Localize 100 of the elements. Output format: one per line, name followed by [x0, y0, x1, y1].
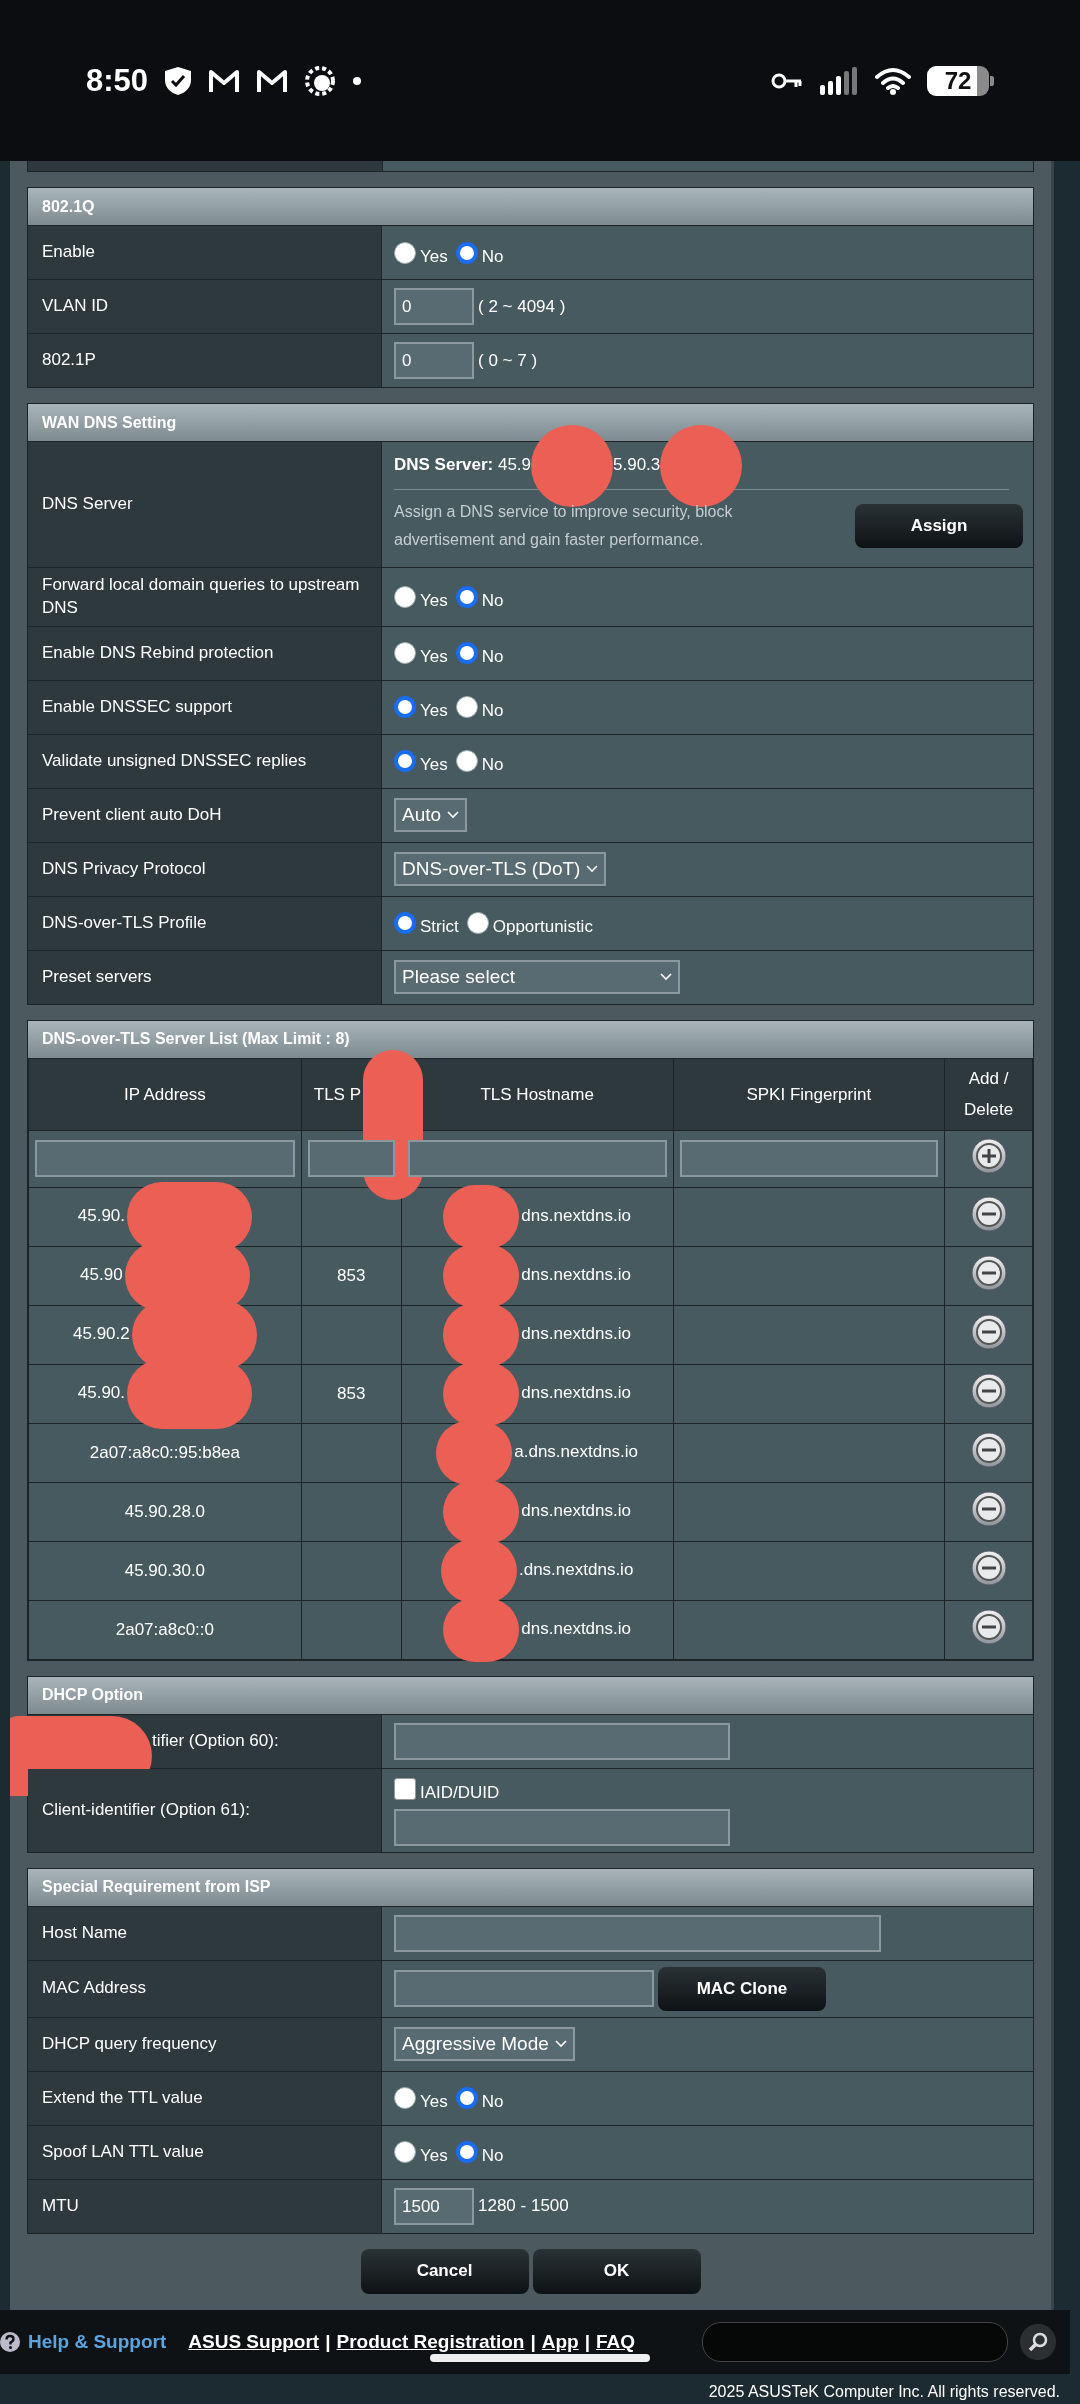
delete-button[interactable]: [969, 1549, 1008, 1588]
input-field[interactable]: [35, 1140, 295, 1178]
radio-button[interactable]: [455, 2141, 478, 2164]
radio-button[interactable]: [394, 912, 416, 935]
radio-button[interactable]: [394, 585, 416, 608]
description-text: Assign a DNS service to improve security, block advertisement and gain faster performance.: [394, 502, 734, 550]
delete-button[interactable]: [969, 1490, 1008, 1529]
ok-button[interactable]: OK: [532, 2248, 701, 2294]
field-label: Prevent client auto DoH: [42, 803, 222, 826]
option-label: Yes: [420, 701, 448, 722]
add-button[interactable]: [969, 1137, 1008, 1176]
radio-button[interactable]: [455, 750, 478, 773]
field-label: Forward local domain queries to upstream DNS: [42, 574, 361, 619]
section-header: DNS-over-TLS Server List (Max Limit : 8): [28, 1020, 1033, 1058]
field-label: tifier (Option 60):: [152, 1729, 279, 1752]
radio-button[interactable]: [394, 642, 416, 665]
table-cell: 853: [337, 1265, 366, 1285]
mac-clone-button[interactable]: MAC Clone: [658, 1966, 826, 2011]
input-field[interactable]: 0: [394, 342, 474, 379]
footer-link[interactable]: ASUS Support: [188, 2330, 320, 2353]
delete-button[interactable]: [969, 1608, 1008, 1647]
link-separator: |: [325, 2330, 331, 2353]
dropdown[interactable]: Auto: [394, 798, 468, 833]
option-label: Yes: [420, 755, 448, 776]
input-field[interactable]: [407, 1140, 667, 1178]
dropdown[interactable]: DNS-over-TLS (DoT): [394, 852, 607, 887]
input-field[interactable]: 0: [394, 288, 474, 325]
input-field[interactable]: [394, 1808, 730, 1846]
chevron-icon: [586, 865, 599, 874]
radio-button[interactable]: [394, 696, 416, 719]
option-label: Yes: [420, 2146, 448, 2167]
signal-icon: [819, 66, 859, 95]
clock-time: 8:50: [86, 62, 149, 99]
option-label: No: [481, 2092, 504, 2113]
column-header: TLS Hostname: [480, 1084, 594, 1104]
field-label: Extend the TTL value: [42, 2086, 203, 2109]
input-field[interactable]: [394, 1970, 654, 2008]
column-header: SPKI Fingerprint: [746, 1084, 872, 1104]
field-label: Enable DNSSEC support: [42, 695, 232, 718]
mail-icon: [256, 67, 289, 94]
field-label: MAC Address: [42, 1977, 146, 2000]
radio-button[interactable]: [466, 912, 489, 935]
link-separator: |: [584, 2330, 590, 2353]
delete-button[interactable]: [969, 1254, 1008, 1293]
field-label: Validate unsigned DNSSEC replies: [42, 749, 307, 772]
option-label: Strict: [420, 917, 459, 938]
delete-button[interactable]: [969, 1313, 1008, 1352]
input-field[interactable]: [394, 1914, 881, 1952]
delete-button[interactable]: [969, 1372, 1008, 1411]
footer-link[interactable]: FAQ: [596, 2330, 636, 2353]
range-hint: ( 0 ~ 7 ): [478, 350, 538, 371]
footer-link[interactable]: Product Registration: [336, 2330, 525, 2353]
section-header: Special Requirement from ISP: [28, 1868, 1033, 1906]
search-field[interactable]: [702, 2321, 1008, 2362]
column-header: Add / Delete: [963, 1069, 1014, 1120]
checkbox[interactable]: [394, 1777, 416, 1800]
table-cell: 45.90.2: [73, 1324, 130, 1344]
battery-level: 72: [927, 65, 989, 96]
checkbox-label: IAID/DUID: [420, 1782, 500, 1803]
input-field[interactable]: [394, 1722, 730, 1760]
search-button[interactable]: [1020, 2323, 1056, 2360]
field-label: DHCP query frequency: [42, 2032, 217, 2055]
cancel-button[interactable]: Cancel: [360, 2248, 529, 2294]
table-cell: 2a07:a8c0::0: [115, 1619, 215, 1639]
shield-icon: [164, 65, 193, 96]
option-label: Yes: [420, 590, 448, 611]
radio-button[interactable]: [455, 241, 478, 264]
input-field[interactable]: 1500: [394, 2187, 474, 2225]
radio-button[interactable]: [455, 2087, 478, 2110]
key-icon: [771, 71, 803, 90]
field-label: MTU: [42, 2194, 79, 2217]
radio-button[interactable]: [394, 2087, 416, 2110]
field-label: Client-identifier (Option 61):: [42, 1798, 250, 1821]
table-cell: dns.nextdns.io: [521, 1501, 631, 1521]
table-cell: 2a07:a8c0::95:b8ea: [89, 1442, 241, 1462]
radio-button[interactable]: [394, 750, 416, 773]
table-cell: dns.nextdns.io: [521, 1265, 631, 1285]
footer-link[interactable]: App: [541, 2330, 579, 2353]
dns-server-text: DNS Server: 45.9: [394, 455, 532, 474]
delete-button[interactable]: [969, 1431, 1008, 1470]
table-cell: 45.90.: [77, 1206, 125, 1226]
input-field[interactable]: [679, 1140, 939, 1178]
delete-button[interactable]: [969, 1195, 1008, 1234]
section-header: WAN DNS Setting: [28, 404, 1033, 441]
table-cell: 45.90.: [77, 1383, 125, 1403]
dropdown[interactable]: Aggressive Mode: [394, 2027, 575, 2062]
help-support-link[interactable]: Help & Support: [28, 2330, 167, 2353]
input-field[interactable]: [307, 1140, 395, 1178]
option-label: No: [481, 647, 504, 668]
table-cell: 45.90: [80, 1265, 123, 1285]
radio-button[interactable]: [394, 2141, 416, 2164]
radio-button[interactable]: [455, 696, 478, 719]
table-cell: dns.nextdns.io: [521, 1206, 631, 1226]
option-label: No: [481, 701, 504, 722]
dropdown[interactable]: Please select: [394, 960, 680, 995]
column-header: TLS P: [313, 1084, 361, 1104]
radio-button[interactable]: [394, 241, 416, 264]
radio-button[interactable]: [455, 585, 478, 608]
assign-button[interactable]: Assign: [855, 504, 1023, 548]
radio-button[interactable]: [455, 642, 478, 665]
